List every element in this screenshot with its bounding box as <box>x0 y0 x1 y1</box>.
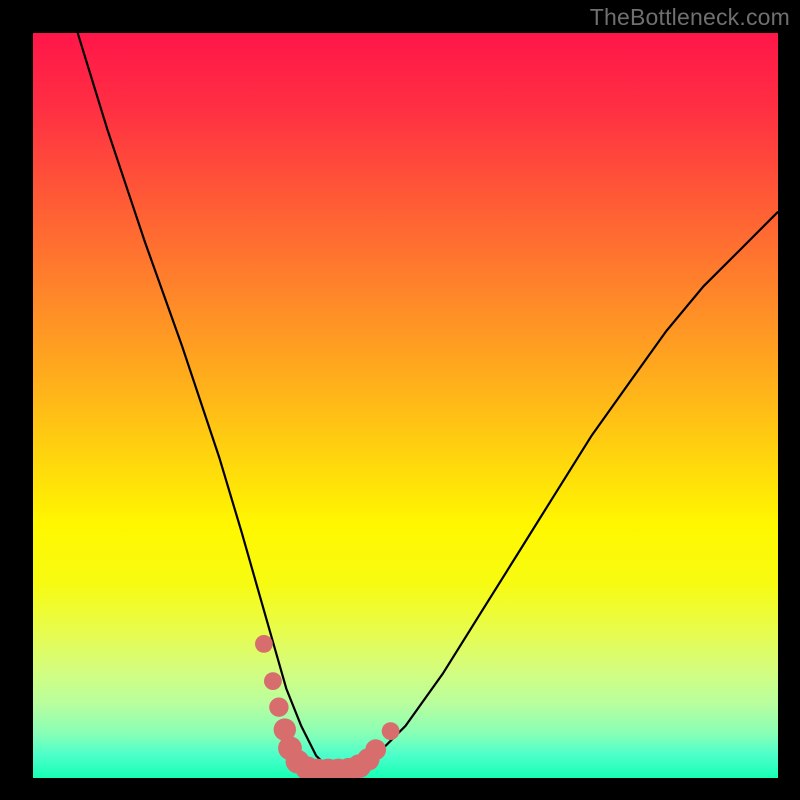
chart-frame: TheBottleneck.com <box>0 0 800 800</box>
marker-dot <box>269 698 288 717</box>
watermark-text: TheBottleneck.com <box>590 4 790 31</box>
bottleneck-curve <box>33 33 778 778</box>
marker-dot <box>382 722 400 740</box>
marker-dot <box>255 635 273 653</box>
marker-dot <box>264 672 282 690</box>
plot-area <box>33 33 778 778</box>
curve-path <box>78 33 778 771</box>
marker-dot <box>365 739 386 760</box>
